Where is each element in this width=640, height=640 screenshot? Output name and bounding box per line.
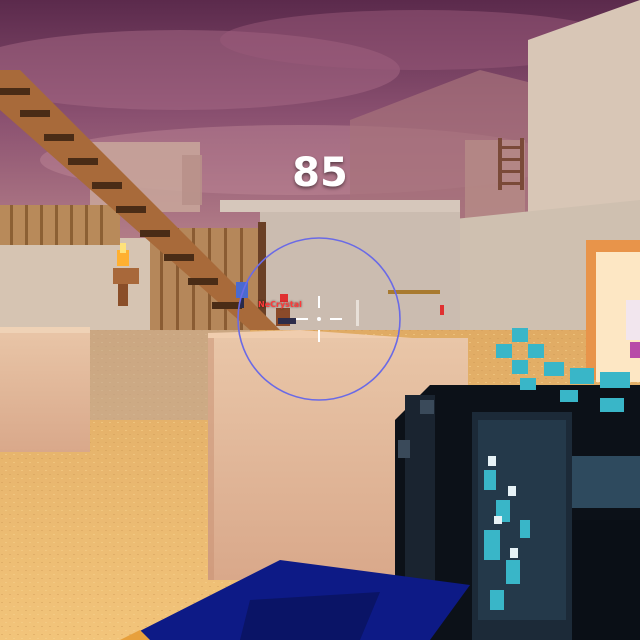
sandstone-block-left-side (0, 327, 90, 333)
distant-tower (465, 140, 525, 220)
ladder-rung (498, 182, 524, 185)
sandstone-block-left (0, 327, 90, 452)
distant-pole (356, 300, 359, 326)
distant-building (182, 155, 202, 205)
block-edge-shade (208, 338, 214, 580)
ladder-rung (498, 146, 524, 149)
game-scene (0, 0, 640, 640)
mid-wall-top (220, 200, 460, 212)
ladder-rung (498, 170, 524, 173)
parchment-banner (586, 240, 640, 382)
ladder-rung (498, 158, 524, 161)
distant-marker (440, 305, 444, 315)
